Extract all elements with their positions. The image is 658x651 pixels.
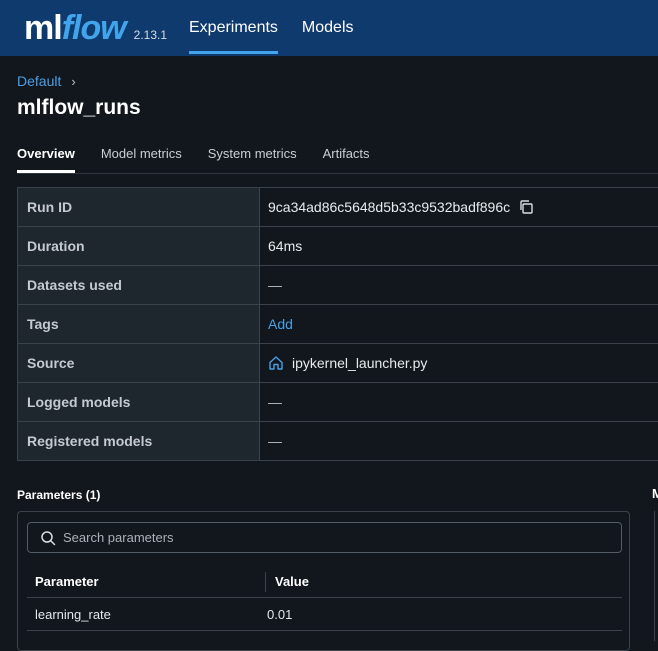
run-id-value-cell: 9ca34ad86c5648d5b33c9532badf896c bbox=[259, 188, 658, 226]
parameters-search[interactable] bbox=[27, 522, 622, 553]
logo-flow-text: flow bbox=[61, 9, 127, 47]
version-label: 2.13.1 bbox=[133, 28, 168, 42]
top-nav: Experiments Models bbox=[189, 0, 378, 56]
run-details-table: Run ID 9ca34ad86c5648d5b33c9532badf896c … bbox=[17, 187, 658, 461]
home-icon bbox=[269, 356, 283, 370]
source-value-cell: ipykernel_launcher.py bbox=[259, 344, 658, 382]
datasets-value: — bbox=[259, 266, 658, 304]
run-id-label: Run ID bbox=[18, 188, 259, 226]
value-column-header[interactable]: Value bbox=[266, 574, 309, 589]
registered-models-value: — bbox=[259, 422, 658, 460]
parameters-search-input[interactable] bbox=[63, 530, 603, 545]
logged-models-value: — bbox=[259, 383, 658, 421]
parameter-column-header[interactable]: Parameter bbox=[27, 571, 266, 592]
registered-models-label: Registered models bbox=[18, 422, 259, 460]
page-title: mlflow_runs bbox=[17, 96, 141, 119]
parameters-panel: Parameter Value learning_rate 0.01 bbox=[17, 511, 630, 651]
source-label: Source bbox=[18, 344, 259, 382]
tags-row: Tags Add bbox=[18, 305, 658, 344]
table-row: learning_rate 0.01 bbox=[27, 599, 622, 631]
tab-overview[interactable]: Overview bbox=[17, 146, 75, 173]
duration-value: 64ms bbox=[259, 227, 658, 265]
metrics-panel-edge bbox=[654, 511, 655, 641]
metrics-title-clipped: M bbox=[652, 486, 658, 501]
tags-value-cell: Add bbox=[259, 305, 658, 343]
tab-system-metrics[interactable]: System metrics bbox=[208, 146, 297, 172]
search-icon bbox=[41, 530, 56, 545]
breadcrumb-default-link[interactable]: Default bbox=[17, 73, 61, 89]
tabs-divider bbox=[17, 173, 658, 174]
logged-models-row: Logged models — bbox=[18, 383, 658, 422]
nav-experiments[interactable]: Experiments bbox=[189, 0, 278, 56]
add-tag-link[interactable]: Add bbox=[268, 316, 293, 332]
breadcrumb: Default › bbox=[17, 73, 76, 89]
registered-models-row: Registered models — bbox=[18, 422, 658, 461]
duration-row: Duration 64ms bbox=[18, 227, 658, 266]
datasets-label: Datasets used bbox=[18, 266, 259, 304]
logo-ml-text: ml bbox=[24, 9, 63, 47]
copy-icon[interactable] bbox=[518, 199, 534, 215]
nav-models[interactable]: Models bbox=[302, 0, 354, 56]
breadcrumb-chevron-icon: › bbox=[71, 73, 76, 89]
datasets-row: Datasets used — bbox=[18, 266, 658, 305]
parameter-name: learning_rate bbox=[35, 607, 111, 622]
tab-artifacts[interactable]: Artifacts bbox=[323, 146, 370, 172]
mlflow-logo[interactable]: ml flow 2.13.1 bbox=[24, 8, 167, 48]
run-tabs: Overview Model metrics System metrics Ar… bbox=[17, 146, 396, 173]
run-id-row: Run ID 9ca34ad86c5648d5b33c9532badf896c bbox=[18, 188, 658, 227]
source-row: Source ipykernel_launcher.py bbox=[18, 344, 658, 383]
run-id-value: 9ca34ad86c5648d5b33c9532badf896c bbox=[268, 199, 511, 215]
logged-models-label: Logged models bbox=[18, 383, 259, 421]
duration-label: Duration bbox=[18, 227, 259, 265]
tags-label: Tags bbox=[18, 305, 259, 343]
parameters-table-header: Parameter Value bbox=[27, 566, 622, 598]
parameters-title: Parameters (1) bbox=[17, 488, 101, 502]
top-navigation-bar: ml flow 2.13.1 Experiments Models bbox=[0, 0, 658, 56]
tab-model-metrics[interactable]: Model metrics bbox=[101, 146, 182, 172]
source-value[interactable]: ipykernel_launcher.py bbox=[292, 355, 427, 371]
parameter-value: 0.01 bbox=[267, 607, 293, 622]
